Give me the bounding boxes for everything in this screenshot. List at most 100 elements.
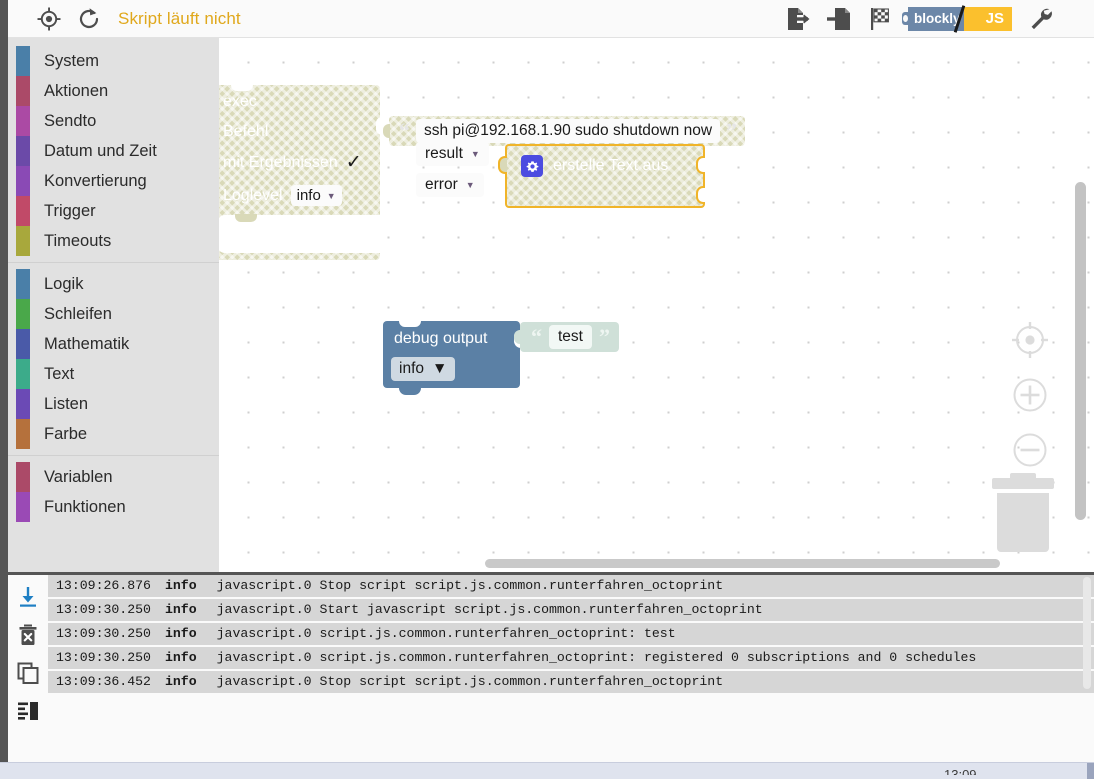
join-input-1-dropdown[interactable]: result ▼ bbox=[416, 142, 489, 166]
debug-bottom-tab bbox=[399, 387, 421, 395]
category-label: Datum und Zeit bbox=[44, 141, 157, 160]
category-color-chip bbox=[16, 196, 30, 226]
debug-block-title: debug output bbox=[394, 330, 488, 347]
left-rail-body bbox=[0, 38, 8, 572]
delete-log-icon[interactable] bbox=[16, 623, 40, 647]
debug-level-value: info bbox=[399, 360, 424, 377]
join-input-2-dropdown[interactable]: error ▼ bbox=[416, 173, 484, 197]
exec-block[interactable]: exec Befehl mit Ergebnissen ✓ Loglevel i… bbox=[219, 84, 384, 260]
export-blocks-icon[interactable] bbox=[784, 6, 810, 32]
exec-loglevel-label: Loglevel bbox=[223, 186, 283, 204]
log-message: javascript.0 script.js.common.runterfahr… bbox=[206, 647, 1094, 669]
log-row[interactable]: 13:09:30.250 info javascript.0 script.js.c… bbox=[48, 647, 1094, 669]
zoom-out-icon[interactable] bbox=[1008, 428, 1052, 477]
toolbox-category-variablen[interactable]: Variablen bbox=[8, 462, 219, 492]
log-table[interactable]: 13:09:26.876 info javascript.0 Stop script… bbox=[48, 575, 1094, 765]
log-timestamp: 13:09:26.876 bbox=[48, 575, 159, 597]
toolbox-category-funktionen[interactable]: Funktionen bbox=[8, 492, 219, 522]
trash-can-icon[interactable] bbox=[992, 473, 1054, 552]
category-label: Konvertierung bbox=[44, 171, 147, 190]
command-text-value[interactable]: ssh pi@192.168.1.90 sudo shutdown now bbox=[416, 119, 721, 143]
exec-block-title: exec bbox=[223, 93, 257, 110]
log-message: javascript.0 Stop script script.js.commo… bbox=[206, 575, 1094, 597]
toolbox-category-datum-und-zeit[interactable]: Datum und Zeit bbox=[8, 136, 219, 166]
toolbox-category-timeouts[interactable]: Timeouts bbox=[8, 226, 219, 256]
toolbox-group-variables: Variablen Funktionen bbox=[8, 462, 219, 522]
reload-icon[interactable] bbox=[76, 6, 102, 32]
blockly-workspace[interactable]: exec Befehl mit Ergebnissen ✓ Loglevel i… bbox=[219, 38, 1094, 572]
log-row[interactable]: 13:09:36.452 info javascript.0 Stop script… bbox=[48, 671, 1094, 693]
toolbox-category-schleifen[interactable]: Schleifen bbox=[8, 299, 219, 329]
category-label: Variablen bbox=[44, 467, 113, 486]
log-row[interactable]: 13:09:30.250 info javascript.0 script.js.c… bbox=[48, 623, 1094, 645]
toolbox-category-farbe[interactable]: Farbe bbox=[8, 419, 219, 449]
category-color-chip bbox=[16, 389, 30, 419]
log-message: javascript.0 script.js.common.runterfahr… bbox=[206, 623, 1094, 645]
log-console: 13:09:26.876 info javascript.0 Stop script… bbox=[0, 572, 1094, 765]
workspace-vertical-scrollbar[interactable] bbox=[1075, 182, 1086, 520]
toolbox-group-system: System Aktionen Sendto Datum und Zeit Konver… bbox=[8, 46, 219, 256]
layout-log-icon[interactable] bbox=[16, 699, 40, 723]
toolbox-category-text[interactable]: Text bbox=[8, 359, 219, 389]
taskbar-clock: 13:09 bbox=[944, 767, 977, 775]
category-color-chip bbox=[16, 136, 30, 166]
checkered-flag-icon[interactable] bbox=[868, 6, 894, 32]
exec-loglevel-row[interactable]: Loglevel info ▼ bbox=[223, 185, 342, 206]
toolbox-category-konvertierung[interactable]: Konvertierung bbox=[8, 166, 219, 196]
toolbox-category-aktionen[interactable]: Aktionen bbox=[8, 76, 219, 106]
chevron-down-icon: ▼ bbox=[326, 190, 336, 201]
category-color-chip bbox=[16, 462, 30, 492]
toolbox-group-core: Logik Schleifen Mathematik Text Listen Farbe bbox=[8, 269, 219, 449]
debug-text-value[interactable]: test bbox=[549, 325, 592, 349]
join-input-2-value: error bbox=[425, 176, 458, 193]
center-workspace-icon[interactable] bbox=[1008, 318, 1052, 367]
toolbox-category-system[interactable]: System bbox=[8, 46, 219, 76]
open-quote-icon: “ bbox=[531, 324, 542, 349]
wrench-icon[interactable] bbox=[1028, 6, 1054, 32]
blockly-js-toggle[interactable]: blockly JS bbox=[902, 4, 1012, 33]
target-crosshair-icon[interactable] bbox=[36, 6, 62, 32]
download-log-icon[interactable] bbox=[16, 585, 40, 609]
trash-lid bbox=[992, 473, 1054, 489]
open-quote-icon: “ bbox=[399, 118, 410, 143]
copy-log-icon[interactable] bbox=[16, 661, 40, 685]
zoom-in-icon[interactable] bbox=[1008, 373, 1052, 422]
log-row[interactable]: 13:09:30.250 info javascript.0 Start javas… bbox=[48, 599, 1094, 621]
debug-level-dropdown[interactable]: info ▼ bbox=[391, 357, 456, 381]
log-row[interactable]: 13:09:26.876 info javascript.0 Stop script… bbox=[48, 575, 1094, 597]
toolbar: Skript läuft nicht blockly JS bbox=[8, 0, 1094, 38]
import-blocks-icon[interactable] bbox=[826, 6, 852, 32]
join-text-block[interactable]: erstelle Text aus bbox=[498, 144, 705, 208]
category-label: Timeouts bbox=[44, 231, 112, 250]
chevron-down-icon: ▼ bbox=[470, 149, 480, 159]
toolbox-category-listen[interactable]: Listen bbox=[8, 389, 219, 419]
log-severity: info bbox=[158, 599, 207, 621]
toolbox-category-logik[interactable]: Logik bbox=[8, 269, 219, 299]
debug-output-block[interactable]: debug output info ▼ bbox=[383, 320, 523, 395]
category-color-chip bbox=[16, 329, 30, 359]
block-toolbox[interactable]: System Aktionen Sendto Datum und Zeit Konver… bbox=[8, 38, 219, 572]
toolbox-category-trigger[interactable]: Trigger bbox=[8, 196, 219, 226]
join-input-socket-1 bbox=[696, 156, 705, 174]
log-severity: info bbox=[158, 671, 207, 693]
category-color-chip bbox=[16, 492, 30, 522]
console-vertical-scrollbar[interactable] bbox=[1083, 577, 1091, 689]
category-color-chip bbox=[16, 106, 30, 136]
taskbar-right-accent bbox=[1087, 763, 1094, 779]
gear-icon[interactable] bbox=[521, 155, 543, 177]
exec-top-notch bbox=[231, 84, 253, 91]
close-quote-icon: ” bbox=[726, 118, 738, 143]
exec-with-results-row[interactable]: mit Ergebnissen ✓ bbox=[223, 153, 362, 172]
toolbox-category-sendto[interactable]: Sendto bbox=[8, 106, 219, 136]
debug-text-block[interactable]: “ test ” bbox=[514, 322, 619, 352]
chevron-down-icon: ▼ bbox=[432, 360, 448, 377]
exec-loglevel-dropdown[interactable]: info ▼ bbox=[290, 185, 342, 206]
toolbox-category-mathematik[interactable]: Mathematik bbox=[8, 329, 219, 359]
join-input-1-value: result bbox=[425, 145, 463, 162]
exec-statement-slot bbox=[219, 214, 380, 253]
workspace-horizontal-scrollbar[interactable] bbox=[485, 559, 1000, 568]
trash-body bbox=[997, 493, 1049, 552]
exec-with-results-checkbox[interactable]: ✓ bbox=[346, 153, 362, 172]
category-label: Mathematik bbox=[44, 334, 130, 353]
category-color-chip bbox=[16, 299, 30, 329]
